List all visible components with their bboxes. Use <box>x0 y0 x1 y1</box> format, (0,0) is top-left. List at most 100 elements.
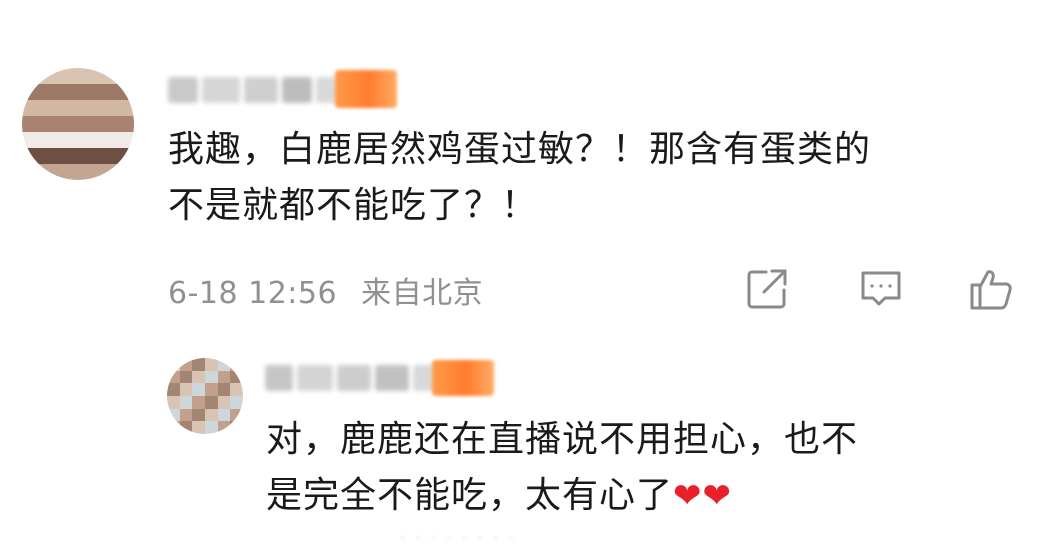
avatar-pixel <box>217 408 231 422</box>
username-obscured[interactable] <box>168 72 338 108</box>
avatar-pixel <box>167 408 180 422</box>
avatar-pixel <box>205 383 218 396</box>
avatar-pixel <box>38 164 54 180</box>
avatar-pixel <box>217 396 231 409</box>
avatar-pixel <box>86 100 102 116</box>
avatar-pixel <box>54 164 70 180</box>
avatar-pixel <box>205 358 218 371</box>
avatar-pixel <box>230 370 243 384</box>
vip-badge <box>335 70 397 108</box>
avatar-pixel <box>54 84 70 100</box>
avatar-pixel <box>179 358 193 371</box>
reply-text-line-2: 是完全不能吃，太有心了 <box>266 475 674 516</box>
avatar-pixel <box>22 148 38 164</box>
comment-icon[interactable] <box>858 266 904 312</box>
avatar-pixel <box>102 132 118 148</box>
avatar-pixel <box>102 164 118 180</box>
avatar-pixel <box>102 68 118 84</box>
avatar[interactable] <box>167 358 243 434</box>
avatar-pixel <box>102 148 118 164</box>
thumbs-up-icon[interactable] <box>968 266 1014 312</box>
avatar-pixel <box>118 132 134 148</box>
reply-text: 对，鹿鹿还在直播说不用担心，也不 是完全不能吃，太有心了❤❤ <box>266 412 1046 524</box>
avatar-pixel <box>167 383 180 396</box>
avatar-pixel <box>205 421 218 434</box>
avatar-pixel <box>22 164 38 180</box>
avatar-pixel <box>86 148 102 164</box>
avatar-pixel <box>230 358 243 371</box>
avatar-pixel <box>38 84 54 100</box>
avatar-pixel <box>22 100 38 116</box>
avatar-pixel <box>54 148 70 164</box>
avatar-pixel <box>70 148 86 164</box>
avatar-pixel <box>167 421 180 434</box>
avatar-pixel <box>217 383 231 396</box>
avatar-pixel <box>54 116 70 132</box>
avatar-pixel <box>192 383 205 396</box>
avatar-pixel <box>192 408 205 422</box>
share-icon[interactable] <box>744 266 790 312</box>
avatar-pixel <box>102 100 118 116</box>
avatar[interactable] <box>22 68 134 180</box>
avatar-pixel <box>102 84 118 100</box>
avatar-pixel <box>179 408 193 422</box>
reply-text-line: 是完全不能吃，太有心了❤❤ <box>266 468 1046 524</box>
avatar-pixel <box>54 68 70 84</box>
avatar-pixel <box>86 132 102 148</box>
avatar-pixel <box>217 421 231 434</box>
avatar-pixel <box>192 421 205 434</box>
comment-meta: 6-18 12:56 来自北京 <box>168 268 483 312</box>
avatar-pixel <box>38 116 54 132</box>
avatar-pixel <box>230 408 243 422</box>
avatar-pixel <box>38 132 54 148</box>
avatar-pixel <box>22 84 38 100</box>
avatar-pixel <box>167 370 180 384</box>
avatar-pixel <box>179 396 193 409</box>
avatar-pixel <box>38 68 54 84</box>
avatar-pixel <box>192 396 205 409</box>
reply-text-line: 对，鹿鹿还在直播说不用担心，也不 <box>266 419 859 460</box>
avatar-pixel <box>118 100 134 116</box>
comment-text-line: 不是就都不能吃了？！ <box>168 185 539 226</box>
avatar-pixel <box>54 132 70 148</box>
avatar-pixel <box>179 383 193 396</box>
avatar-pixel <box>230 396 243 409</box>
avatar-pixel <box>70 68 86 84</box>
avatar-pixel <box>86 164 102 180</box>
avatar-pixel <box>86 68 102 84</box>
avatar-pixel <box>217 370 231 384</box>
heart-emoji: ❤❤ <box>673 476 732 516</box>
avatar-pixel <box>118 116 134 132</box>
watermark: · · · · · · · · <box>400 528 516 549</box>
avatar-pixel <box>167 396 180 409</box>
avatar-pixel <box>86 116 102 132</box>
avatar-pixel <box>38 100 54 116</box>
avatar-pixel <box>230 421 243 434</box>
comment-card: 我趣，白鹿居然鸡蛋过敏？！那含有蛋类的 不是就都不能吃了？！ 6-18 12:5… <box>0 0 1063 557</box>
comment-date: 6-18 12:56 <box>168 276 338 311</box>
avatar-pixel <box>205 370 218 384</box>
avatar-pixel <box>102 116 118 132</box>
avatar-pixel <box>86 84 102 100</box>
avatar-pixel <box>70 116 86 132</box>
avatar-pixel <box>179 421 193 434</box>
avatar-pixel <box>217 358 231 371</box>
avatar-pixel <box>70 100 86 116</box>
avatar-pixel <box>70 164 86 180</box>
vip-badge <box>432 360 494 396</box>
avatar-pixel <box>192 370 205 384</box>
avatar-pixel <box>179 370 193 384</box>
avatar-pixel <box>230 383 243 396</box>
avatar-pixel <box>118 164 134 180</box>
avatar-pixel <box>22 132 38 148</box>
avatar-pixel <box>167 358 180 371</box>
comment-text-line: 我趣，白鹿居然鸡蛋过敏？！那含有蛋类的 <box>168 129 872 170</box>
avatar-pixel <box>38 148 54 164</box>
avatar-pixel <box>22 116 38 132</box>
avatar-pixel <box>70 132 86 148</box>
avatar-pixel <box>118 148 134 164</box>
avatar-pixel <box>22 68 38 84</box>
avatar-pixel <box>118 84 134 100</box>
comment-location: 来自北京 <box>361 276 484 311</box>
username-obscured[interactable] <box>265 360 435 396</box>
